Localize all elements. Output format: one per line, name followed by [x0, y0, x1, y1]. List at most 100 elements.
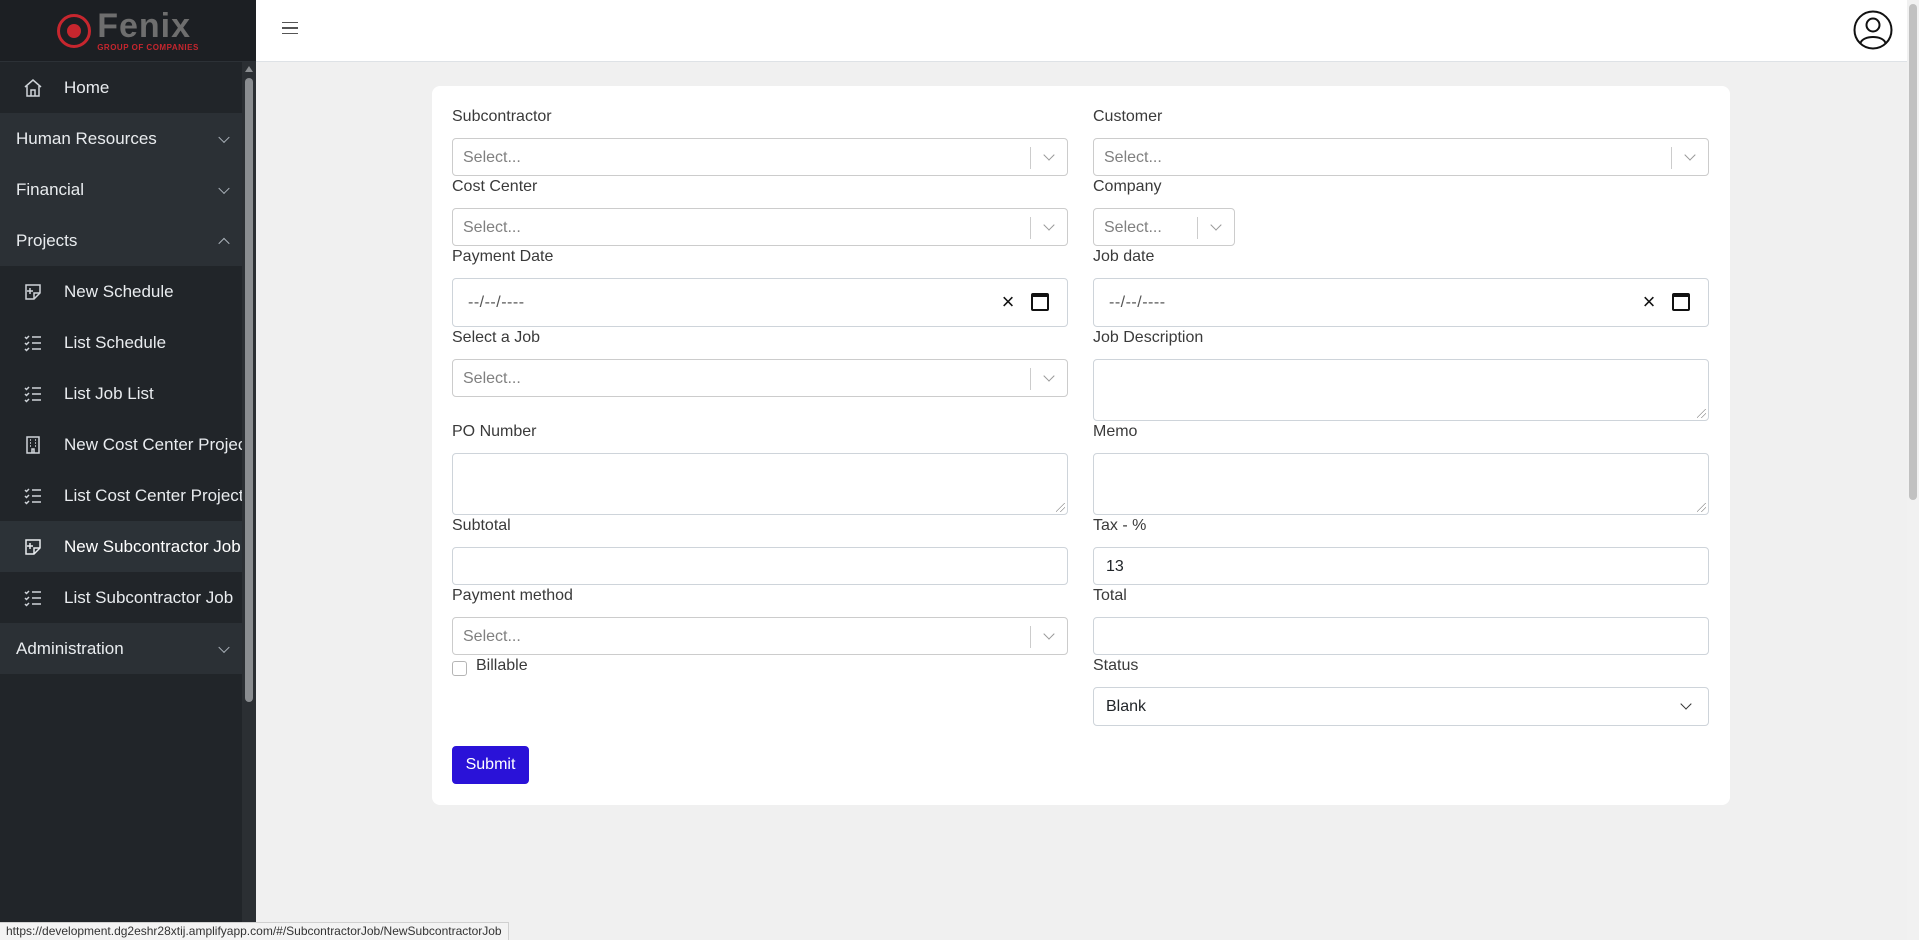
chevron-down-icon	[1684, 149, 1696, 161]
sidebar-item-list-cost-center-project[interactable]: List Cost Center Project	[0, 470, 242, 521]
job-date-label: Job date	[1093, 248, 1155, 265]
resize-grip-icon[interactable]	[1697, 409, 1706, 418]
chevron-down-icon	[1680, 698, 1692, 710]
sidebar-item-label: Human Resources	[16, 128, 157, 148]
sidebar-item-new-schedule[interactable]: New Schedule	[0, 266, 242, 317]
scroll-up-arrow-icon[interactable]	[245, 66, 253, 72]
memo-label: Memo	[1093, 423, 1138, 440]
sidebar-item-label: Administration	[16, 638, 124, 658]
sidebar-item-list-subcontractor-job[interactable]: List Subcontractor Job	[0, 572, 242, 623]
status-bar-url: https://development.dg2eshr28xtij.amplif…	[0, 922, 509, 940]
calendar-icon[interactable]	[1031, 293, 1049, 311]
job-date-input[interactable]: --/--/---- ×	[1093, 278, 1709, 327]
payment-method-label: Payment method	[452, 587, 573, 604]
resize-grip-icon[interactable]	[1056, 503, 1065, 512]
submit-button[interactable]: Submit	[452, 746, 529, 784]
subcontractor-select[interactable]: Select...	[452, 138, 1068, 176]
select-placeholder: Select...	[1104, 219, 1162, 236]
user-avatar-icon[interactable]	[1853, 10, 1893, 50]
resize-grip-icon[interactable]	[1697, 503, 1706, 512]
fenix-logo-icon	[57, 13, 92, 48]
select-placeholder: Select...	[463, 628, 521, 645]
list-icon	[22, 485, 44, 507]
subtotal-label: Subtotal	[452, 517, 511, 534]
brand-logo[interactable]: Fenix GROUP OF COMPANIES	[0, 0, 256, 62]
select-separator	[1030, 217, 1031, 239]
company-label: Company	[1093, 178, 1162, 195]
sidebar-item-human-resources[interactable]: Human Resources	[0, 113, 242, 164]
brand-name: Fenix	[97, 7, 191, 45]
company-select[interactable]: Select...	[1093, 208, 1235, 246]
sidebar-item-new-cost-center-project[interactable]: New Cost Center Project	[0, 419, 242, 470]
chevron-down-icon	[218, 182, 230, 194]
sidebar-item-label: Home	[64, 77, 110, 97]
select-separator	[1030, 626, 1031, 648]
sidebar-item-label: Projects	[16, 230, 78, 250]
tax-value: 13	[1106, 558, 1124, 575]
list-icon	[22, 587, 44, 609]
billable-checkbox[interactable]	[452, 661, 467, 676]
tax-label: Tax - %	[1093, 517, 1147, 534]
sidebar-item-label: New Schedule	[64, 281, 174, 301]
sidebar-scrollbar-thumb[interactable]	[245, 78, 253, 702]
subcontractor-label: Subcontractor	[452, 108, 552, 125]
customer-select[interactable]: Select...	[1093, 138, 1709, 176]
memo-textarea[interactable]	[1093, 453, 1709, 515]
status-label: Status	[1093, 657, 1139, 674]
select-job-label: Select a Job	[452, 329, 541, 346]
total-label: Total	[1093, 587, 1127, 604]
list-icon	[22, 332, 44, 354]
sidebar: Fenix GROUP OF COMPANIES Home Human Reso…	[0, 0, 256, 940]
page-scrollbar-thumb[interactable]	[1909, 4, 1917, 500]
cost-center-select[interactable]: Select...	[452, 208, 1068, 246]
job-description-textarea[interactable]	[1093, 359, 1709, 421]
status-select[interactable]: Blank	[1093, 687, 1709, 726]
sidebar-item-list-schedule[interactable]: List Schedule	[0, 317, 242, 368]
sidebar-item-home[interactable]: Home	[0, 62, 242, 113]
sidebar-item-new-subcontractor-job[interactable]: New Subcontractor Job	[0, 521, 242, 572]
sidebar-item-administration[interactable]: Administration	[0, 623, 242, 674]
clear-icon[interactable]: ×	[999, 290, 1017, 314]
sidebar-item-label: List Subcontractor Job	[64, 587, 234, 607]
chevron-down-icon	[1043, 149, 1055, 161]
clear-icon[interactable]: ×	[1640, 290, 1658, 314]
subtotal-input[interactable]	[452, 547, 1068, 585]
calendar-icon[interactable]	[1672, 293, 1690, 311]
sidebar-item-label: New Cost Center Project	[64, 434, 242, 454]
page-scrollbar[interactable]	[1907, 0, 1919, 940]
sidebar-item-projects[interactable]: Projects	[0, 215, 242, 266]
sidebar-item-label: List Cost Center Project	[64, 485, 242, 505]
top-header	[256, 0, 1907, 62]
sidebar-item-label: List Job List	[64, 383, 154, 403]
new-document-icon	[22, 281, 44, 303]
select-separator	[1030, 368, 1031, 390]
payment-method-select[interactable]: Select...	[452, 617, 1068, 655]
sidebar-item-financial[interactable]: Financial	[0, 164, 242, 215]
home-icon	[22, 77, 44, 99]
brand-tagline: GROUP OF COMPANIES	[97, 43, 199, 52]
sidebar-scrollbar[interactable]	[242, 62, 256, 940]
sidebar-item-label: Financial	[16, 179, 85, 199]
select-job-select[interactable]: Select...	[452, 359, 1068, 397]
chevron-up-icon	[218, 237, 230, 249]
select-placeholder: Select...	[1104, 149, 1162, 166]
po-number-textarea[interactable]	[452, 453, 1068, 515]
sidebar-nav: Home Human Resources Financial Projects …	[0, 62, 242, 674]
list-icon	[22, 383, 44, 405]
chevron-down-icon	[1043, 219, 1055, 231]
po-number-label: PO Number	[452, 423, 537, 440]
chevron-down-icon	[218, 641, 230, 653]
chevron-down-icon	[1043, 628, 1055, 640]
job-description-label: Job Description	[1093, 329, 1204, 346]
hamburger-icon[interactable]	[282, 18, 302, 38]
tax-input[interactable]: 13	[1093, 547, 1709, 585]
new-document-icon	[22, 536, 44, 558]
sidebar-item-label: New Subcontractor Job	[64, 536, 241, 556]
date-value: --/--/----	[468, 294, 525, 311]
payment-date-label: Payment Date	[452, 248, 554, 265]
date-value: --/--/----	[1109, 294, 1166, 311]
payment-date-input[interactable]: --/--/---- ×	[452, 278, 1068, 327]
sidebar-item-list-job-list[interactable]: List Job List	[0, 368, 242, 419]
total-input[interactable]	[1093, 617, 1709, 655]
status-value: Blank	[1106, 698, 1147, 715]
